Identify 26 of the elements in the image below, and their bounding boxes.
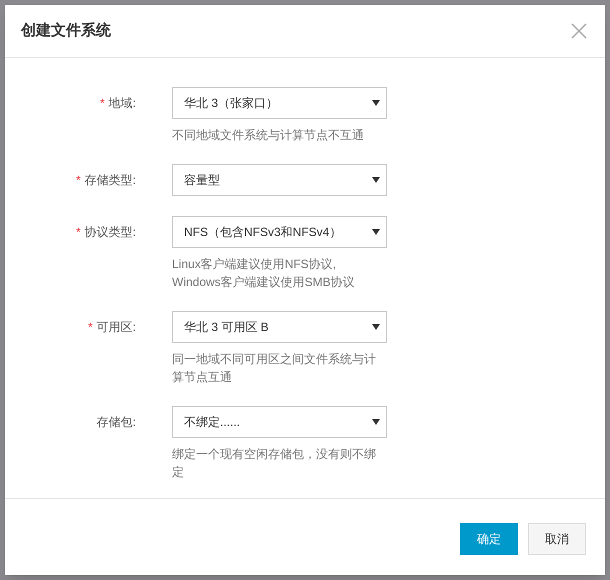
- field-hint: 同一地域不同可用区之间文件系统与计算节点互通: [172, 351, 377, 386]
- field-label: 可用区:: [96, 319, 136, 336]
- field-hint: 不同地域文件系统与计算节点不互通: [172, 127, 365, 144]
- cancel-button[interactable]: 取消: [528, 522, 586, 554]
- required-mark: *: [76, 224, 81, 241]
- caret-icon: [372, 324, 380, 330]
- dropdown-select[interactable]: 华北 3 可用区 B: [172, 311, 387, 343]
- field-hint: 绑定一个现有空闲存储包，没有则不绑定: [172, 446, 377, 481]
- dropdown-select[interactable]: 容量型: [172, 164, 387, 196]
- caret-icon: [372, 100, 380, 106]
- field-label: 存储包:: [96, 414, 136, 431]
- field-label: 协议类型:: [84, 224, 136, 241]
- field-label: 地域:: [108, 95, 136, 112]
- dropdown-select[interactable]: NFS（包含NFSv3和NFSv4）: [172, 216, 387, 248]
- required-mark: *: [76, 172, 81, 189]
- field-label: 存储类型:: [84, 172, 136, 189]
- required-mark: *: [88, 319, 93, 336]
- close-icon[interactable]: [571, 23, 587, 39]
- caret-icon: [372, 419, 380, 425]
- caret-icon: [372, 229, 380, 235]
- caret-icon: [372, 177, 380, 183]
- field-hint: Linux客户端建议使用NFS协议, Windows客户端建议使用SMB协议: [172, 256, 356, 291]
- dialog-title: 创建文件系统: [21, 20, 111, 41]
- dropdown-select[interactable]: 华北 3（张家口）: [172, 87, 387, 119]
- dropdown-select[interactable]: 不绑定......: [172, 406, 387, 438]
- required-mark: *: [100, 95, 105, 112]
